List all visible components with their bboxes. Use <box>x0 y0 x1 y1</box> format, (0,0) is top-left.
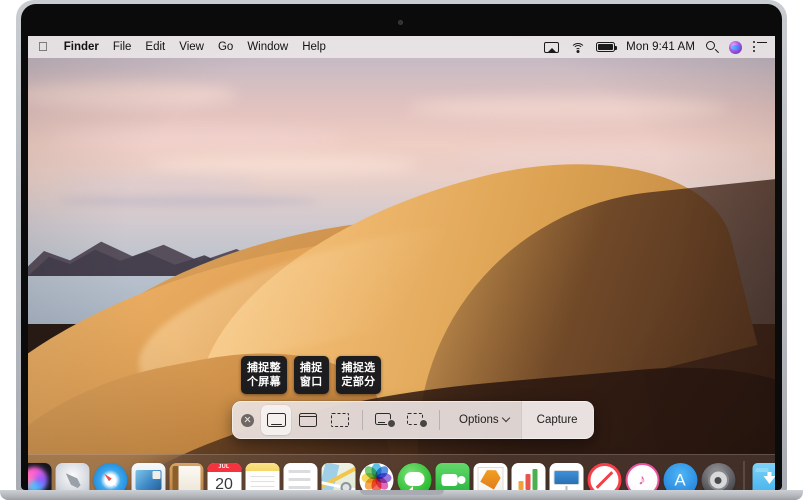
webcam-icon <box>398 20 403 25</box>
record-mode-group <box>370 405 432 435</box>
capture-selected-portion-button[interactable] <box>325 405 355 435</box>
menu-item-go[interactable]: Go <box>218 41 233 53</box>
tooltip-group: 捕捉整 个屏幕 捕捉 窗口 捕捉选 定部分 <box>241 356 381 394</box>
options-label: Options <box>459 414 499 426</box>
screenshot-toolbar: Options Capture <box>232 401 594 439</box>
menu-bar-clock[interactable]: Mon 9:41 AM <box>626 41 695 53</box>
screen-icon <box>267 413 286 427</box>
toolbar-divider <box>439 410 440 430</box>
capture-button[interactable]: Capture <box>521 401 593 439</box>
capture-window-button[interactable] <box>293 405 323 435</box>
wifi-icon[interactable] <box>570 42 585 53</box>
control-center-icon[interactable] <box>753 42 767 53</box>
menu-item-view[interactable]: View <box>179 41 204 53</box>
calendar-month: JUL <box>207 463 241 472</box>
menu-item-finder[interactable]: Finder <box>64 41 99 53</box>
search-icon[interactable] <box>706 41 718 53</box>
menu-item-file[interactable]: File <box>113 41 132 53</box>
battery-icon[interactable] <box>596 42 615 52</box>
music-note-glyph: ♪ <box>638 473 646 488</box>
airplay-icon[interactable] <box>544 42 559 53</box>
menu-bar-left:  Finder File Edit View Go Window Help <box>38 41 326 54</box>
window-icon <box>299 413 317 427</box>
siri-icon[interactable] <box>729 41 742 54</box>
record-selection-icon <box>407 413 428 428</box>
capture-mode-group <box>261 405 355 435</box>
options-button[interactable]: Options <box>447 401 521 439</box>
laptop-frame:  Finder File Edit View Go Window Help M… <box>0 0 803 500</box>
menu-item-help[interactable]: Help <box>302 41 326 53</box>
tooltip-capture-entire-screen: 捕捉整 个屏幕 <box>241 356 287 394</box>
selection-icon <box>331 413 349 427</box>
toolbar-divider <box>362 410 363 430</box>
record-selected-portion-button[interactable] <box>402 405 432 435</box>
tooltip-capture-window: 捕捉 窗口 <box>294 356 329 394</box>
capture-entire-screen-button[interactable] <box>261 405 291 435</box>
app-store-glyph: A <box>674 472 685 489</box>
capture-label: Capture <box>537 414 578 426</box>
apple-menu-icon[interactable]:  <box>38 40 48 53</box>
menu-bar-status-area: Mon 9:41 AM <box>544 41 767 54</box>
menu-item-window[interactable]: Window <box>247 41 288 53</box>
menu-bar:  Finder File Edit View Go Window Help M… <box>28 36 775 58</box>
laptop-lid-notch <box>360 490 444 495</box>
tooltip-capture-selected-portion: 捕捉选 定部分 <box>336 356 382 394</box>
menu-item-edit[interactable]: Edit <box>145 41 165 53</box>
record-entire-screen-button[interactable] <box>370 405 400 435</box>
chevron-down-icon <box>501 414 509 422</box>
record-screen-icon <box>375 413 396 428</box>
screen-viewport:  Finder File Edit View Go Window Help M… <box>28 36 775 500</box>
close-icon[interactable] <box>241 414 254 427</box>
